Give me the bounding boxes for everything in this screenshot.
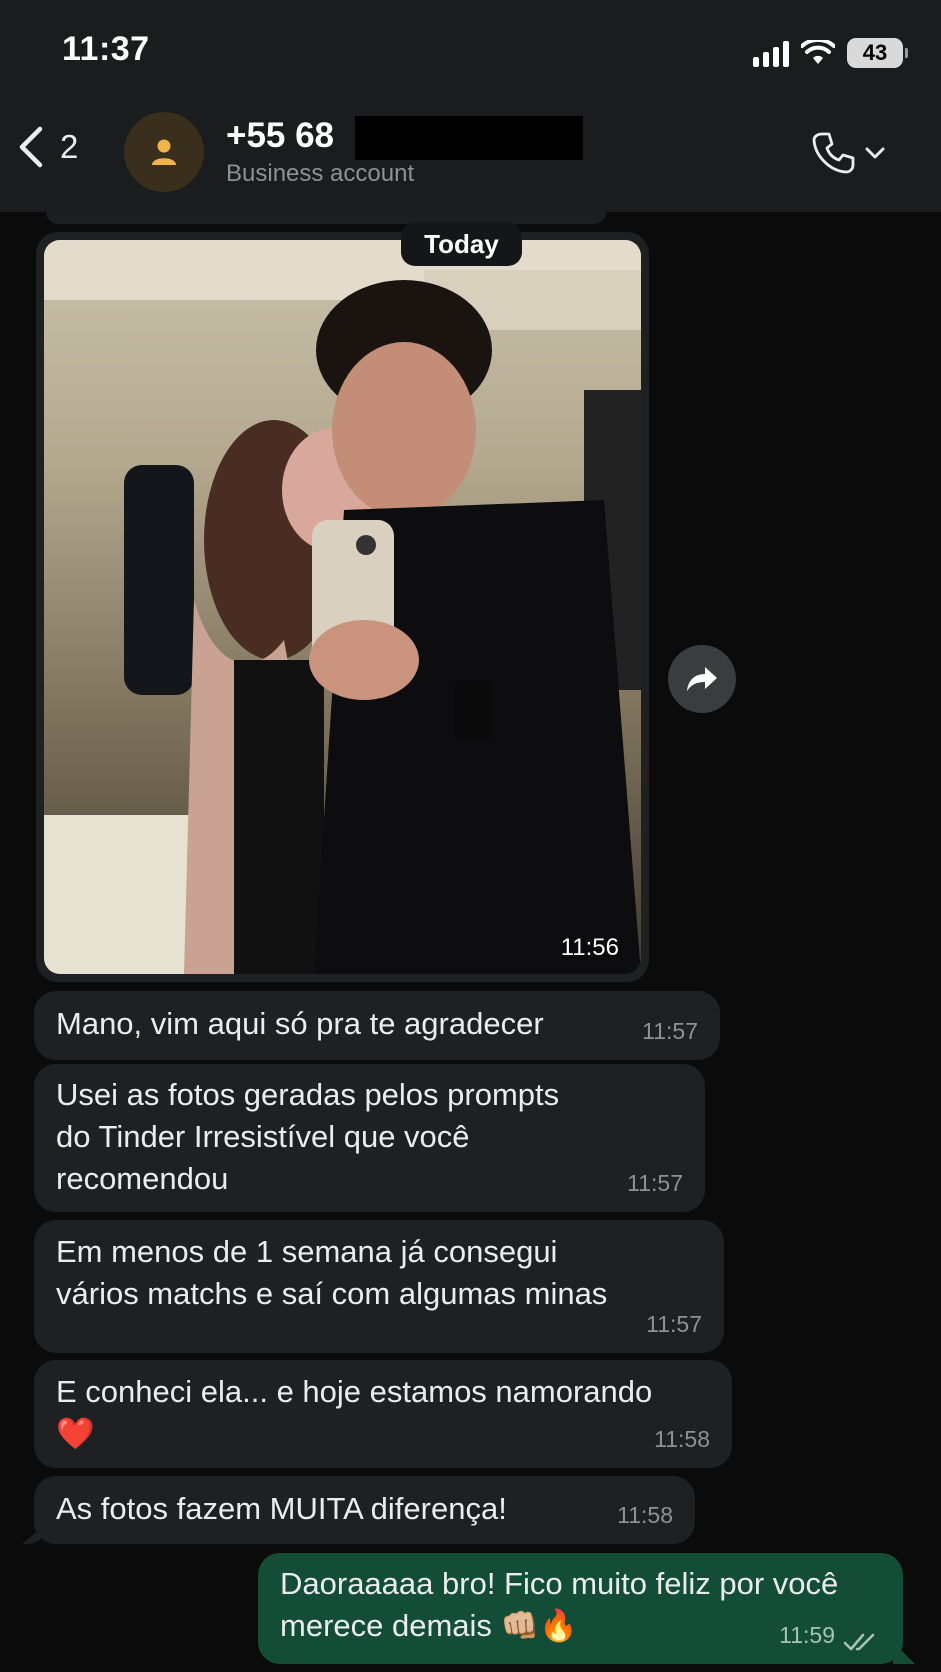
status-icons: 43 bbox=[753, 38, 908, 68]
person-icon bbox=[152, 139, 176, 165]
call-button[interactable] bbox=[810, 130, 886, 176]
redaction-bar bbox=[355, 116, 583, 160]
contact-subtitle: Business account bbox=[226, 160, 415, 187]
forward-button[interactable] bbox=[668, 645, 736, 713]
message-bubble[interactable]: E conheci ela... e hoje estamos namorand… bbox=[34, 1360, 732, 1468]
read-receipt-icon bbox=[843, 1633, 875, 1651]
message-text: As fotos fazem MUITA diferença! bbox=[56, 1491, 507, 1526]
forward-icon bbox=[687, 667, 717, 691]
message-text: E conheci ela... e hoje estamos namorand… bbox=[56, 1374, 653, 1451]
outgoing-message-bubble[interactable]: Daoraaaaa bro! Fico muito feliz por você… bbox=[258, 1553, 915, 1664]
message-timestamp: 11:57 bbox=[642, 1018, 698, 1044]
unread-count: 2 bbox=[60, 128, 79, 165]
phone-icon bbox=[812, 132, 855, 174]
status-time: 11:37 bbox=[62, 30, 150, 68]
message-timestamp: 11:57 bbox=[646, 1311, 702, 1337]
signal-icon bbox=[753, 39, 789, 67]
date-separator: Today bbox=[401, 222, 522, 266]
message-text: Mano, vim aqui só pra te agradecer bbox=[56, 1006, 544, 1041]
message-bubble[interactable]: Mano, vim aqui só pra te agradecer 11:57 bbox=[34, 991, 720, 1060]
message-timestamp: 11:57 bbox=[627, 1170, 683, 1196]
chevron-left-icon bbox=[19, 126, 43, 168]
message-timestamp: 11:59 bbox=[779, 1622, 835, 1648]
message-text: Usei as fotos geradas pelos prompts do T… bbox=[56, 1077, 560, 1196]
couple-photo-image bbox=[44, 240, 641, 974]
back-button[interactable]: 2 bbox=[18, 126, 78, 168]
avatar[interactable] bbox=[124, 112, 204, 192]
chat-header: 11:37 43 2 +55 68 Business account bbox=[0, 0, 941, 212]
message-timestamp: 11:58 bbox=[617, 1502, 673, 1528]
contact-name[interactable]: +55 68 bbox=[226, 116, 334, 156]
message-text: Em menos de 1 semana já consegui vários … bbox=[56, 1234, 608, 1311]
message-bubble[interactable]: As fotos fazem MUITA diferença! 11:58 bbox=[22, 1476, 695, 1544]
image-message[interactable]: 11:56 bbox=[36, 232, 649, 982]
previous-message-edge bbox=[46, 212, 606, 224]
message-bubble[interactable]: Usei as fotos geradas pelos prompts do T… bbox=[34, 1064, 705, 1212]
wifi-icon bbox=[801, 40, 835, 64]
image-timestamp: 11:56 bbox=[560, 934, 619, 961]
chevron-down-icon bbox=[865, 147, 885, 159]
message-timestamp: 11:58 bbox=[654, 1426, 710, 1452]
battery-icon: 43 bbox=[847, 38, 908, 68]
message-bubble[interactable]: Em menos de 1 semana já consegui vários … bbox=[34, 1220, 724, 1353]
photo[interactable]: 11:56 bbox=[44, 240, 641, 974]
